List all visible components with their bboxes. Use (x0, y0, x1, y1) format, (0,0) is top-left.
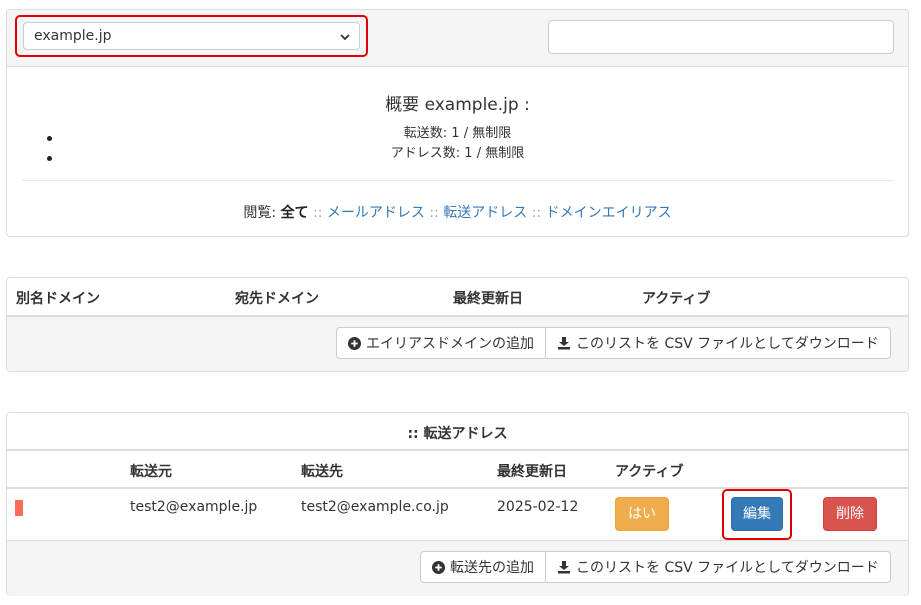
domain-select-highlight: example.jp (15, 15, 368, 57)
view-label: 閲覧: (243, 205, 277, 221)
view-current-all: 全て (280, 205, 309, 221)
view-link-domain-alias[interactable]: ドメインエイリアス (546, 205, 672, 221)
view-separator: :: (313, 205, 323, 221)
forward-from-cell: test2@example.jp (130, 499, 258, 515)
download-csv-button[interactable]: このリストを CSV ファイルとしてダウンロード (546, 551, 891, 583)
search-input[interactable] (548, 20, 894, 54)
download-csv-label: このリストを CSV ファイルとしてダウンロード (576, 336, 879, 352)
view-separator: :: (531, 205, 542, 221)
active-yes-button[interactable]: はい (615, 497, 669, 531)
header-forward-from: 転送元 (130, 464, 172, 480)
forward-to-cell: test2@example.co.jp (301, 499, 449, 515)
alias-domain-panel: 別名ドメイン 宛先ドメイン 最終更新日 アクティブ エイリアスドメインの追加 こ… (6, 277, 909, 372)
title-border (7, 449, 908, 451)
view-separator: :: (429, 205, 439, 221)
domain-select-value: example.jp (34, 28, 112, 44)
download-csv-label: このリストを CSV ファイルとしてダウンロード (576, 560, 879, 576)
alias-footer: エイリアスドメインの追加 このリストを CSV ファイルとしてダウンロード (7, 317, 908, 371)
add-forward-label: 転送先の追加 (450, 560, 534, 576)
header-forward-to: 転送先 (301, 464, 343, 480)
forward-panel-title: :: 転送アドレス (407, 426, 508, 442)
header-alias-domain: 別名ドメイン (16, 291, 100, 307)
download-csv-button[interactable]: このリストを CSV ファイルとしてダウンロード (546, 327, 891, 359)
header-active: アクティブ (642, 291, 711, 307)
overview-panel: example.jp 概要 example.jp : 転送数: 1 / 無制限 … (6, 9, 909, 237)
view-link-mail-address[interactable]: メールアドレス (327, 205, 425, 221)
add-alias-domain-label: エイリアスドメインの追加 (366, 336, 534, 352)
add-alias-domain-button[interactable]: エイリアスドメインの追加 (336, 327, 546, 359)
forward-button-group: 転送先の追加 このリストを CSV ファイルとしてダウンロード (420, 551, 891, 583)
download-icon (558, 337, 570, 350)
domain-toolbar: example.jp (7, 10, 908, 67)
plus-circle-icon (432, 560, 445, 574)
view-link-forward-address[interactable]: 転送アドレス (443, 205, 527, 221)
status-indicator (15, 500, 23, 516)
plus-circle-icon (348, 336, 361, 350)
delete-button[interactable]: 削除 (823, 497, 877, 531)
forward-address-panel: :: 転送アドレス 転送元 転送先 最終更新日 アクティブ test2@exam… (6, 412, 909, 596)
divider (22, 180, 893, 181)
header-last-modified: 最終更新日 (453, 291, 523, 307)
address-count: アドレス数: 1 / 無制限 (390, 146, 525, 161)
view-filter: 閲覧: 全て :: メールアドレス :: 転送アドレス :: ドメインエイリアス (7, 202, 908, 222)
edit-button[interactable]: 編集 (731, 497, 783, 531)
domain-select[interactable]: example.jp (23, 22, 360, 50)
header-active: アクティブ (615, 464, 684, 480)
last-modified-cell: 2025-02-12 (497, 499, 579, 515)
forward-count: 転送数: 1 / 無制限 (403, 126, 512, 141)
header-last-modified: 最終更新日 (497, 464, 567, 480)
chevron-down-icon (340, 34, 350, 41)
overview-title: 概要 example.jp : (385, 95, 530, 115)
forward-footer: 転送先の追加 このリストを CSV ファイルとしてダウンロード (7, 540, 908, 596)
header-target-domain: 宛先ドメイン (235, 291, 319, 307)
edit-button-highlight: 編集 (722, 489, 792, 540)
add-forward-button[interactable]: 転送先の追加 (420, 551, 546, 583)
download-icon (558, 561, 570, 574)
alias-button-group: エイリアスドメインの追加 このリストを CSV ファイルとしてダウンロード (336, 327, 891, 359)
